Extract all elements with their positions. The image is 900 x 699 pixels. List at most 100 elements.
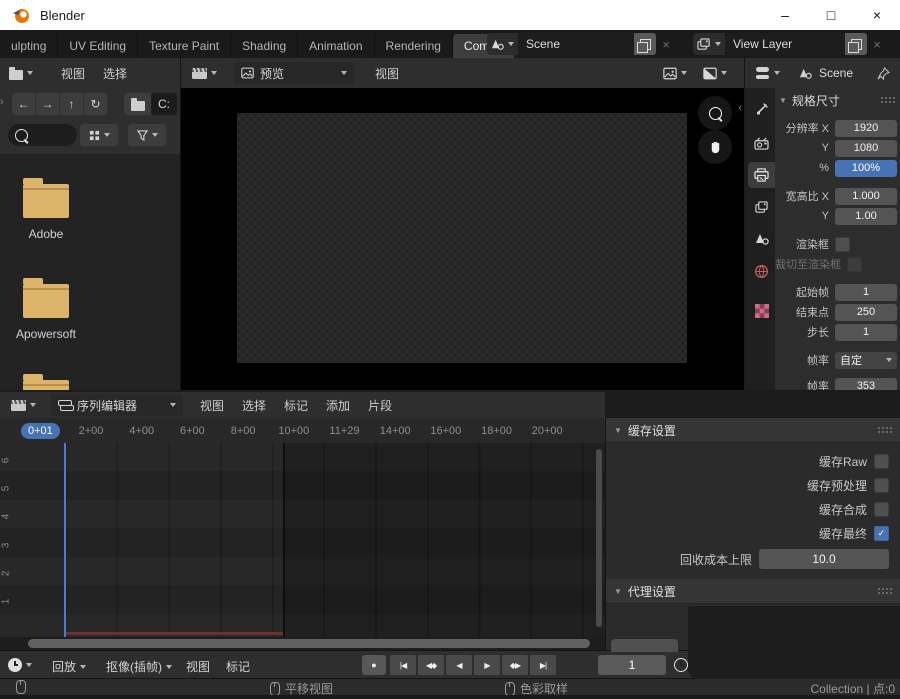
aspect-y-field[interactable]: 1.00 <box>835 208 897 225</box>
cache-option-checkbox[interactable]: ✓ <box>874 526 889 541</box>
menu-item[interactable]: 选择 <box>233 397 275 414</box>
auto-keying-record-button[interactable]: ● <box>362 655 386 675</box>
forward-button[interactable]: → <box>36 93 59 115</box>
resolution-percent-field[interactable]: 100% <box>835 160 897 177</box>
preview-view-menu[interactable]: 视图 <box>366 65 408 82</box>
close-button[interactable]: × <box>854 0 900 30</box>
properties-editor-type-button[interactable] <box>751 62 785 84</box>
file-browser-list[interactable]: Adobe Apowersoft <box>0 154 181 390</box>
tab-render[interactable] <box>748 130 775 156</box>
up-button[interactable]: ↑ <box>60 93 83 115</box>
tab-output[interactable] <box>748 162 775 188</box>
scene-datablock-button[interactable] <box>487 33 518 55</box>
view-layer-datablock-button[interactable] <box>693 33 725 55</box>
crop-to-border-checkbox[interactable] <box>847 257 862 272</box>
timeline-editor-type-button[interactable] <box>8 658 32 672</box>
cache-settings-header[interactable]: ▼ 缓存设置 <box>606 418 900 443</box>
render-border-checkbox[interactable] <box>835 237 850 252</box>
menu-item[interactable]: 片段 <box>359 397 401 414</box>
scene-copy-button[interactable] <box>634 33 656 55</box>
display-mode-button[interactable] <box>80 124 118 146</box>
fps-preset-dropdown[interactable]: 自定 <box>835 352 897 369</box>
scene-unlink-button[interactable]: × <box>656 33 676 55</box>
view-layer-copy-button[interactable] <box>845 33 867 55</box>
cache-option-checkbox[interactable] <box>874 454 889 469</box>
dimensions-panel-header[interactable]: ▼ 规格尺寸 <box>775 88 900 112</box>
recycle-limit-field[interactable]: 10.0 <box>759 549 889 569</box>
pin-icon[interactable] <box>877 67 890 80</box>
tab-texture[interactable] <box>748 298 775 324</box>
transport-button[interactable]: |◀ <box>390 655 416 675</box>
folder-item[interactable]: Adobe <box>0 176 92 241</box>
tab-view-layer[interactable] <box>748 194 775 220</box>
zoom-button[interactable] <box>698 96 732 130</box>
timeline-ruler[interactable]: 0+012+004+006+008+0010+0011+2914+0016+00… <box>0 418 605 443</box>
transport-button[interactable]: ◀◆ <box>418 655 444 675</box>
menu-item[interactable]: 视图 <box>191 397 233 414</box>
overlay-options-button[interactable] <box>698 62 732 84</box>
workspace-tab[interactable]: UV Editing <box>58 34 138 58</box>
current-frame-field[interactable]: 1 <box>598 655 666 675</box>
proxy-settings-header[interactable]: ▼ 代理设置 <box>606 579 900 604</box>
transport-button[interactable]: ▶| <box>530 655 556 675</box>
aspect-x-field[interactable]: 1.000 <box>835 188 897 205</box>
file-browser-editor-type-button[interactable] <box>4 62 38 84</box>
cache-indicator-line <box>66 632 283 635</box>
tab-world[interactable] <box>748 258 775 284</box>
cache-option-checkbox[interactable] <box>874 502 889 517</box>
preview-viewport[interactable]: ‹ <box>181 88 744 390</box>
scene-name-field[interactable]: Scene <box>518 33 634 55</box>
frame-step-field[interactable]: 1 <box>835 324 897 341</box>
workspace-tab[interactable]: Texture Paint <box>138 34 231 58</box>
frame-end-field[interactable]: 250 <box>835 304 897 321</box>
filter-button[interactable] <box>128 124 166 146</box>
sequencer-view-type-dropdown[interactable]: 序列编辑器 <box>51 394 183 416</box>
keying-menu[interactable]: 抠像(插帧) <box>106 658 172 675</box>
frame-start-field[interactable]: 1 <box>835 284 897 301</box>
menu-item[interactable]: 视图 <box>52 65 94 82</box>
display-channels-button[interactable] <box>658 62 692 84</box>
workspace-tab[interactable]: Shading <box>231 34 298 58</box>
resolution-y-field[interactable]: 1080 <box>835 140 897 157</box>
sequencer-editor-type-button[interactable] <box>6 394 41 416</box>
back-button[interactable]: ← <box>12 93 35 115</box>
workspace-tab[interactable]: ulpting <box>0 34 58 58</box>
playhead[interactable] <box>64 443 66 637</box>
drive-button[interactable]: C: <box>151 93 177 115</box>
tab-tool[interactable] <box>748 96 775 122</box>
vertical-scrollbar[interactable] <box>596 449 602 627</box>
display-mode-dropdown[interactable]: 预览 <box>234 62 354 84</box>
view-layer-name-field[interactable]: View Layer <box>725 33 845 55</box>
transport-button[interactable]: ◀ <box>446 655 472 675</box>
view-menu[interactable]: 视图 <box>186 658 210 675</box>
cache-option-checkbox[interactable] <box>874 478 889 493</box>
minimize-button[interactable]: – <box>762 0 808 30</box>
region-expand-arrow[interactable]: › <box>0 96 4 108</box>
search-input[interactable] <box>8 124 77 146</box>
view-layer-unlink-button[interactable]: × <box>867 33 887 55</box>
maximize-button[interactable]: □ <box>808 0 854 30</box>
folder-item-partial[interactable] <box>0 372 92 390</box>
menu-item[interactable]: 添加 <box>317 397 359 414</box>
marker-menu[interactable]: 标记 <box>226 658 250 675</box>
fps-field[interactable]: 353 <box>835 378 897 391</box>
resolution-x-field[interactable]: 1920 <box>835 120 897 137</box>
playback-menu[interactable]: 回放 <box>52 658 86 675</box>
menu-item[interactable]: 选择 <box>94 65 136 82</box>
transport-button[interactable]: ◆▶ <box>502 655 528 675</box>
horizontal-scrollbar[interactable] <box>28 639 590 648</box>
sequencer-timeline[interactable]: 654321 <box>0 443 605 637</box>
status-bar: 平移视图 色彩取样 Collection | 点:0 <box>0 678 900 696</box>
refresh-button[interactable]: ↻ <box>84 93 107 115</box>
sidebar-collapse-arrow[interactable]: ‹ <box>738 102 742 114</box>
pan-button[interactable] <box>698 130 732 164</box>
transport-button[interactable]: ▶ <box>474 655 500 675</box>
tab-scene[interactable] <box>748 226 775 252</box>
new-folder-button[interactable] <box>124 93 152 115</box>
workspace-tab[interactable]: Rendering <box>375 34 453 58</box>
menu-item[interactable]: 标记 <box>275 397 317 414</box>
preview-editor-type-button[interactable] <box>187 62 222 84</box>
chevron-down-icon <box>27 71 33 75</box>
folder-item[interactable]: Apowersoft <box>0 276 92 341</box>
workspace-tab[interactable]: Animation <box>298 34 374 58</box>
